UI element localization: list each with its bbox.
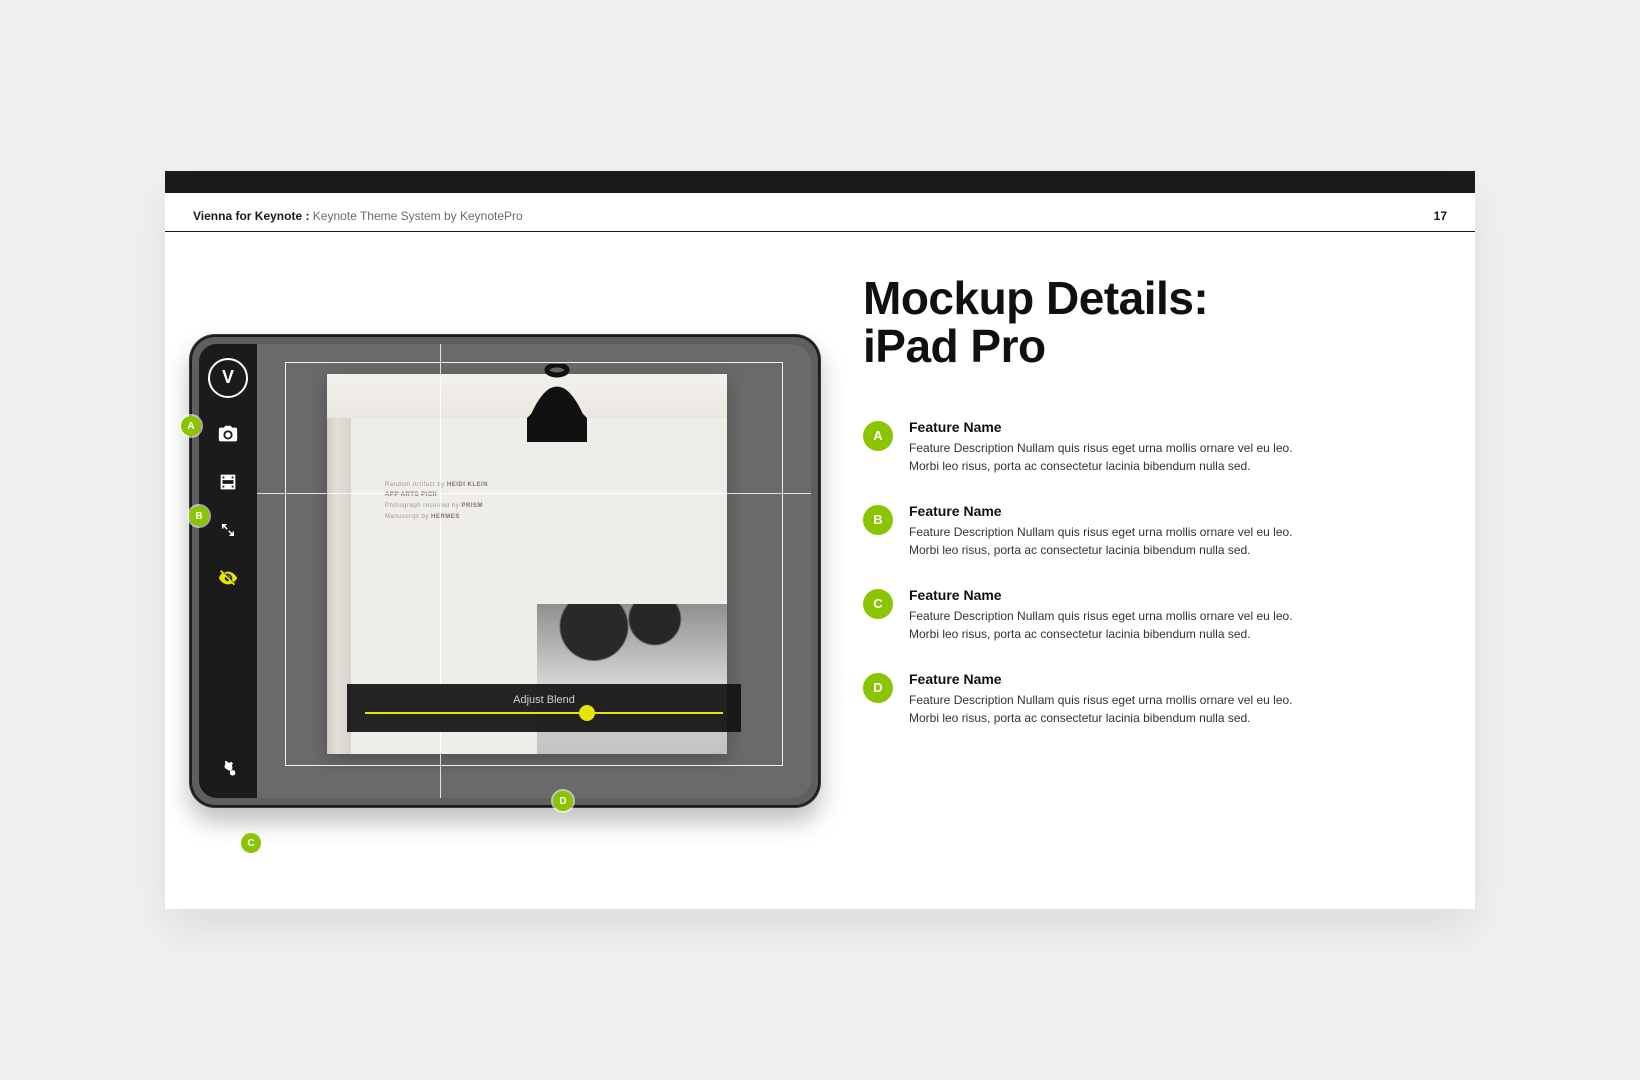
feature-badge: C <box>863 589 893 619</box>
app-logo: V <box>208 358 248 398</box>
slide: Vienna for Keynote : Keynote Theme Syste… <box>165 171 1475 909</box>
photo-microtext-2: APP ARTS PICK <box>385 492 438 498</box>
text-column: Mockup Details: iPad Pro A Feature Name … <box>863 268 1447 873</box>
app-sidebar: V <box>199 344 257 798</box>
blend-slider-track[interactable] <box>365 712 723 714</box>
camera-icon[interactable] <box>216 422 240 446</box>
eye-off-icon[interactable] <box>216 566 240 590</box>
feature-description: Feature Description Nullam quis risus eg… <box>909 439 1309 475</box>
header-title: Vienna for Keynote : Keynote Theme Syste… <box>193 209 523 223</box>
feature-description: Feature Description Nullam quis risus eg… <box>909 523 1309 559</box>
photo-microtext-1b: HEIDI KLEIN <box>447 482 488 488</box>
feature-item: B Feature Name Feature Description Nulla… <box>863 503 1447 559</box>
callout-marker-a: A <box>181 416 201 436</box>
feature-item: A Feature Name Feature Description Nulla… <box>863 419 1447 475</box>
feature-name: Feature Name <box>909 671 1309 687</box>
feature-name: Feature Name <box>909 503 1309 519</box>
film-icon[interactable] <box>216 470 240 494</box>
canvas: Random Artifact by HEIDI KLEIN APP ARTS … <box>257 344 811 798</box>
binder-clip-icon <box>507 364 607 452</box>
header: Vienna for Keynote : Keynote Theme Syste… <box>165 193 1475 232</box>
photo-microtext-3b: PRISM <box>462 503 484 509</box>
ipad-screen: V <box>199 344 811 798</box>
ipad-mockup: V <box>175 268 835 873</box>
feature-description: Feature Description Nullam quis risus eg… <box>909 607 1309 643</box>
feature-name: Feature Name <box>909 587 1309 603</box>
header-title-light: Keynote Theme System by KeynotePro <box>309 209 522 223</box>
page-title-line1: Mockup Details: <box>863 272 1208 324</box>
photo-microtext-3: Photograph received by <box>385 503 459 509</box>
feature-badge: B <box>863 505 893 535</box>
callout-marker-b: B <box>189 506 209 526</box>
feature-description: Feature Description Nullam quis risus eg… <box>909 691 1309 727</box>
photo-microtext-4b: HERMES <box>431 514 460 520</box>
page-number: 17 <box>1434 209 1447 223</box>
title-bar <box>165 171 1475 193</box>
feature-list: A Feature Name Feature Description Nulla… <box>863 419 1447 727</box>
blend-slider[interactable]: Adjust Blend <box>347 684 741 732</box>
callout-marker-c: C <box>241 833 261 853</box>
feature-badge: A <box>863 421 893 451</box>
app-logo-letter: V <box>222 367 234 388</box>
feature-name: Feature Name <box>909 419 1309 435</box>
feature-item: D Feature Name Feature Description Nulla… <box>863 671 1447 727</box>
page-title: Mockup Details: iPad Pro <box>863 274 1447 371</box>
ipad-frame: V <box>189 334 821 808</box>
photo-microtext-4: Manuscript by <box>385 514 429 520</box>
photo-microtext-1: Random Artifact by <box>385 482 445 488</box>
blend-slider-label: Adjust Blend <box>363 694 725 706</box>
expand-icon[interactable] <box>216 518 240 542</box>
photo-microtext: Random Artifact by HEIDI KLEIN APP ARTS … <box>385 480 488 523</box>
page-title-line2: iPad Pro <box>863 320 1046 372</box>
feature-item: C Feature Name Feature Description Nulla… <box>863 587 1447 643</box>
content: V <box>165 232 1475 909</box>
callout-marker-d: D <box>553 791 573 811</box>
settings-icon[interactable] <box>216 758 240 782</box>
blend-slider-thumb[interactable] <box>579 705 595 721</box>
header-title-bold: Vienna for Keynote : <box>193 209 309 223</box>
feature-badge: D <box>863 673 893 703</box>
